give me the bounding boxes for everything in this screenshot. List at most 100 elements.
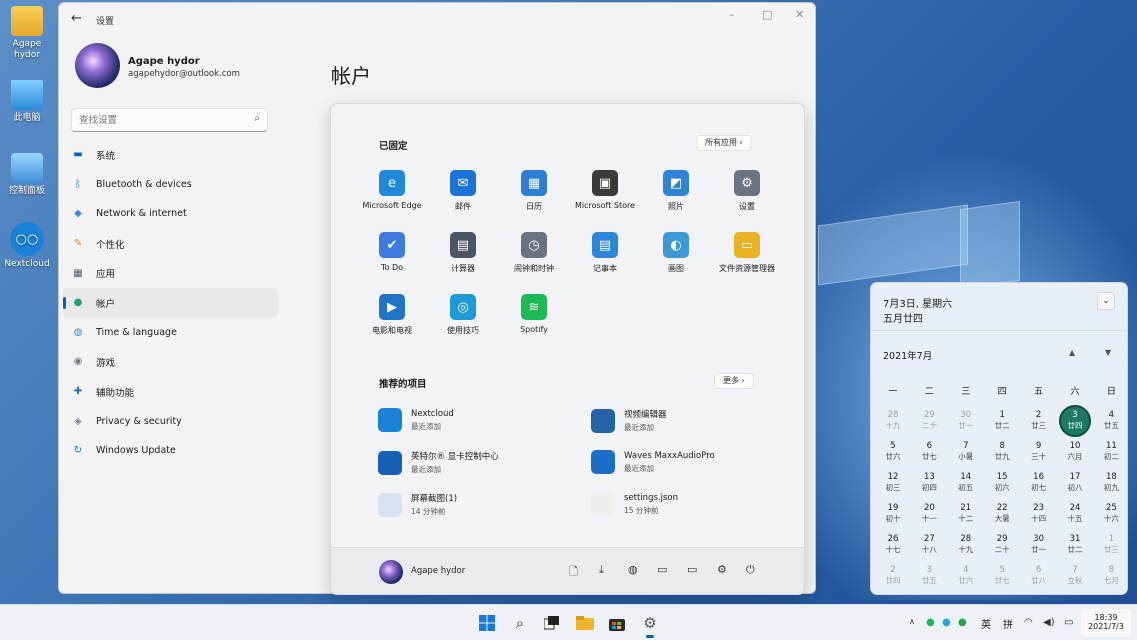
calendar-day[interactable]: 20 十一: [911, 501, 947, 532]
calendar-day[interactable]: 10 六月: [1057, 439, 1093, 470]
check-tray-icon[interactable]: ●: [958, 617, 967, 628]
sidebar-item[interactable]: ◈ Privacy & security: [63, 406, 278, 436]
user-avatar[interactable]: [379, 560, 403, 584]
pinned-app[interactable]: ▤ 记事本: [566, 232, 644, 274]
volume-icon[interactable]: ◀): [1043, 617, 1055, 628]
pinned-app[interactable]: ▭ 文件资源管理器: [708, 232, 786, 274]
calendar-day[interactable]: 1 廿三: [1093, 532, 1127, 563]
previous-month-button[interactable]: ▲: [1069, 348, 1075, 357]
calendar-day[interactable]: 26 十七: [875, 532, 911, 563]
desktop-icon-nextcloud[interactable]: ○○ Nextcloud: [0, 222, 54, 270]
power-icon[interactable]: ⏻: [746, 563, 755, 577]
user-name[interactable]: Agape hydor: [411, 566, 465, 576]
calendar-day[interactable]: 11 初二: [1093, 439, 1127, 470]
pinned-app[interactable]: ▶ 电影和电视: [353, 294, 431, 336]
chevron-down-icon[interactable]: ⌄: [1097, 292, 1115, 310]
file-explorer-button[interactable]: [572, 610, 598, 636]
settings-taskbar-button[interactable]: ⚙: [637, 610, 663, 638]
desktop-icon-control-panel[interactable]: 控制面板: [0, 153, 54, 197]
chevron-up-icon[interactable]: ∧: [909, 617, 915, 626]
maximize-button[interactable]: □: [762, 8, 772, 21]
folder-icon[interactable]: ▭: [687, 563, 697, 576]
close-button[interactable]: ✕: [795, 8, 804, 21]
calendar-day[interactable]: 9 三十: [1021, 439, 1057, 470]
calendar-day[interactable]: 2 廿三: [1021, 408, 1057, 439]
spotify-tray-icon[interactable]: ●: [926, 617, 935, 628]
calendar-month[interactable]: 2021年7月: [883, 348, 932, 362]
wifi-icon[interactable]: ◠: [1024, 617, 1033, 628]
gear-icon[interactable]: ⚙: [717, 563, 727, 576]
avatar[interactable]: [75, 43, 120, 88]
calendar-day[interactable]: 14 初五: [948, 470, 984, 501]
calendar-day[interactable]: 24 十五: [1057, 501, 1093, 532]
sidebar-item[interactable]: ✚ 辅助功能: [63, 377, 278, 407]
calendar-day[interactable]: 28 十九: [948, 532, 984, 563]
calendar-day[interactable]: 1 廿二: [984, 408, 1020, 439]
calendar-day[interactable]: 7 立秋: [1057, 563, 1093, 594]
calendar-day[interactable]: 17 初八: [1057, 470, 1093, 501]
minimize-button[interactable]: –: [729, 8, 735, 21]
calendar-day[interactable]: 2 廿四: [875, 563, 911, 594]
sidebar-item[interactable]: ◉ 游戏: [63, 347, 278, 377]
more-button[interactable]: 更多 ›: [714, 373, 754, 389]
recommended-item[interactable]: Nextcloud 最近添加: [378, 408, 454, 432]
sidebar-item[interactable]: ▬ 系统: [63, 140, 278, 170]
calendar-day[interactable]: 4 廿六: [948, 563, 984, 594]
pinned-app[interactable]: ◐ 画图: [637, 232, 715, 274]
calendar-day[interactable]: 4 廿五: [1093, 408, 1127, 439]
pinned-app[interactable]: ◎ 使用技巧: [424, 294, 502, 336]
calendar-day[interactable]: 8 廿九: [984, 439, 1020, 470]
ime-mode[interactable]: 拼: [1003, 616, 1013, 631]
calendar-day[interactable]: 6 廿七: [911, 439, 947, 470]
network-icon[interactable]: ◍: [628, 563, 638, 576]
download-icon[interactable]: ⤓: [599, 563, 604, 577]
sidebar-item[interactable]: ᛒ Bluetooth & devices: [63, 170, 278, 200]
calendar-day[interactable]: 16 初七: [1021, 470, 1057, 501]
folder-user-icon[interactable]: ▭: [657, 563, 667, 576]
pinned-app[interactable]: ▦ 日历: [495, 170, 573, 212]
calendar-day[interactable]: 12 初三: [875, 470, 911, 501]
calendar-day[interactable]: 22 大暑: [984, 501, 1020, 532]
search-icon[interactable]: ⌕: [254, 113, 260, 124]
calendar-day[interactable]: 15 初六: [984, 470, 1020, 501]
ime-language[interactable]: 英: [981, 616, 991, 631]
pinned-app[interactable]: e Microsoft Edge: [353, 170, 431, 210]
calendar-day[interactable]: 3 廿五: [911, 563, 947, 594]
pinned-app[interactable]: ▤ 计算器: [424, 232, 502, 274]
store-button[interactable]: [604, 610, 630, 636]
sidebar-item[interactable]: ✎ 个性化: [63, 229, 278, 259]
calendar-day[interactable]: 30 廿一: [1021, 532, 1057, 563]
pinned-app[interactable]: ◩ 照片: [637, 170, 715, 212]
calendar-day[interactable]: 19 初十: [875, 501, 911, 532]
pinned-app[interactable]: ▣ Microsoft Store: [566, 170, 644, 210]
calendar-day[interactable]: 25 十六: [1093, 501, 1127, 532]
start-button[interactable]: [474, 610, 500, 636]
calendar-day[interactable]: 5 廿七: [984, 563, 1020, 594]
sidebar-item[interactable]: ◆ Network & internet: [63, 199, 278, 229]
calendar-day[interactable]: 18 初九: [1093, 470, 1127, 501]
calendar-day[interactable]: 21 十二: [948, 501, 984, 532]
sidebar-item[interactable]: ▦ 应用: [63, 258, 278, 288]
recommended-item[interactable]: 屏幕截图(1) 14 分钟前: [378, 492, 457, 517]
calendar-day[interactable]: 31 廿二: [1057, 532, 1093, 563]
recommended-item[interactable]: 视频编辑器 最近添加: [591, 408, 667, 433]
next-month-button[interactable]: ▼: [1105, 348, 1111, 357]
search-button[interactable]: ⌕: [507, 610, 533, 636]
sidebar-item[interactable]: ◍ Time & language: [63, 318, 278, 348]
pinned-app[interactable]: ✔ To Do: [353, 232, 431, 272]
calendar-day[interactable]: 29 二十: [911, 408, 947, 439]
recommended-item[interactable]: 英特尔® 显卡控制中心 最近添加: [378, 450, 499, 475]
calendar-day[interactable]: 30 廿一: [948, 408, 984, 439]
calendar-day[interactable]: 8 七月: [1093, 563, 1127, 594]
task-view-button[interactable]: [539, 610, 565, 636]
calendar-day[interactable]: 5 廿六: [875, 439, 911, 470]
recommended-item[interactable]: settings.json 15 分钟前: [591, 492, 678, 516]
calendar-day[interactable]: 13 初四: [911, 470, 947, 501]
calendar-day[interactable]: 7 小暑: [948, 439, 984, 470]
sidebar-item[interactable]: ● 帐户: [63, 287, 278, 318]
desktop-icon-this-pc[interactable]: 此电脑: [0, 80, 54, 124]
back-arrow-icon[interactable]: ←: [71, 11, 82, 26]
recommended-item[interactable]: Waves MaxxAudioPro 最近添加: [591, 450, 715, 474]
pinned-app[interactable]: ⚙ 设置: [708, 170, 786, 212]
pinned-app[interactable]: ✉ 邮件: [424, 170, 502, 212]
